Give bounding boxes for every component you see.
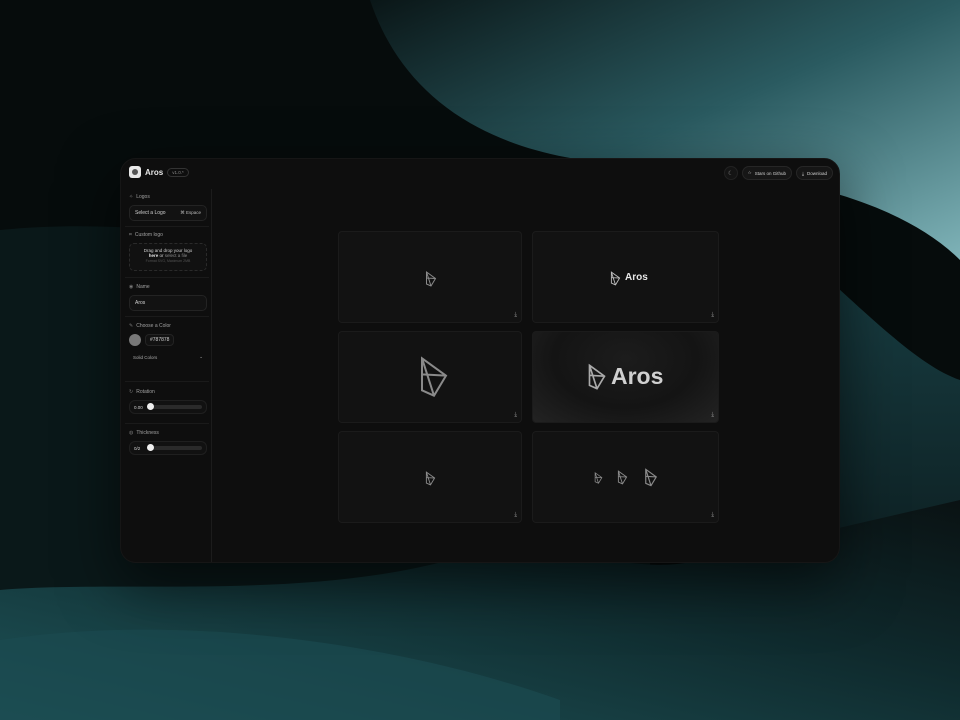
custom-logo-section: ⌗ Custom logo Drag and drop your logo he… — [129, 232, 207, 271]
rotation-slider-thumb[interactable] — [147, 403, 154, 410]
divider — [125, 316, 209, 317]
aros-logo-icon — [645, 468, 658, 487]
color-mode-select[interactable]: Solid Colors ⌄ — [129, 351, 207, 363]
download-icon[interactable]: ⤓ — [711, 412, 714, 419]
rotation-section: ↻ Rotation 0.00 — [129, 389, 207, 414]
preview-card-icon-wordmark: Aros ⤓ — [532, 231, 719, 323]
app-window: Aros v1.0.* ☾ ☆ Stars on Github ⤓ Downlo… — [120, 158, 840, 563]
divider — [125, 226, 209, 227]
color-label: Choose a Color — [136, 323, 171, 329]
theme-toggle-button[interactable]: ☾ — [723, 166, 738, 180]
top-actions: ☾ ☆ Stars on Github ⤓ Download — [723, 166, 833, 180]
aros-logo-icon — [421, 356, 448, 397]
divider — [125, 423, 209, 424]
divider — [125, 381, 209, 382]
thickness-slider-thumb[interactable] — [147, 444, 154, 451]
name-section: ◉ Name Aros — [129, 284, 207, 311]
preview-card-large-icon: ⤓ — [338, 331, 522, 423]
divider — [125, 277, 209, 278]
rotate-icon: ↻ — [129, 389, 134, 395]
chevron-down-icon: ⌄ — [199, 354, 203, 359]
download-label: Download — [806, 170, 827, 176]
download-icon[interactable]: ⤓ — [514, 512, 517, 519]
logos-section: ✧ Logos Select a Logo ⌘ Espace — [129, 194, 207, 221]
select-file-link[interactable]: select a file — [165, 253, 188, 258]
preview-card-small-icon-2: ⤓ — [338, 431, 522, 523]
drop-hint: Format SVG, Maximum 2MB — [145, 259, 191, 263]
select-logo-button[interactable]: Select a Logo ⌘ Espace — [129, 205, 207, 221]
preview-card-icon-sizes: ⤓ — [532, 431, 719, 523]
drop-here-text: here — [148, 253, 159, 258]
grid-icon: ⌗ — [129, 232, 132, 238]
color-section: ✎ Choose a Color #787878 Solid Colors ⌄ — [129, 323, 207, 363]
drop-or-text: or — [159, 253, 164, 258]
top-bar: Aros v1.0.* ☾ ☆ Stars on Github ⤓ Downlo… — [121, 159, 839, 189]
version-badge: v1.0.* — [167, 167, 189, 177]
star-icon: ☆ — [747, 170, 752, 175]
download-icon[interactable]: ⤓ — [711, 312, 714, 319]
thickness-section: ◍ Thickness 0/2 — [129, 430, 207, 455]
aros-logo-icon — [426, 271, 437, 287]
name-input[interactable]: Aros — [129, 295, 207, 311]
logo-drop-zone[interactable]: Drag and drop your logo here or select a… — [129, 243, 207, 271]
aros-logo-icon — [610, 271, 621, 286]
custom-logo-label: Custom logo — [134, 232, 163, 238]
github-stars-button[interactable]: ☆ Stars on Github — [741, 166, 792, 180]
shortcut-hint: ⌘ Espace — [180, 210, 201, 215]
download-icon[interactable]: ⤓ — [514, 312, 517, 319]
eye-icon: ◉ — [129, 284, 134, 290]
github-stars-label: Stars on Github — [754, 170, 786, 176]
preview-card-large-wordmark: Aros ⤓ — [532, 331, 719, 423]
aros-logo-icon — [617, 470, 628, 485]
app-name: Aros — [145, 167, 164, 177]
download-icon[interactable]: ⤓ — [711, 512, 714, 519]
wordmark: Aros — [625, 272, 648, 283]
preview-card-small-icon: ⤓ — [338, 231, 522, 323]
name-label: Name — [136, 284, 150, 290]
aros-logo-icon — [594, 472, 603, 484]
hex-input[interactable]: #787878 — [145, 334, 175, 346]
select-logo-label: Select a Logo — [135, 210, 166, 216]
download-icon: ⤓ — [801, 170, 804, 176]
logos-icon: ✧ — [129, 194, 134, 200]
download-icon[interactable]: ⤓ — [514, 412, 517, 419]
download-button[interactable]: ⤓ Download — [795, 166, 833, 180]
sidebar: ✧ Logos Select a Logo ⌘ Espace ⌗ Custom … — [121, 189, 212, 562]
aros-logo-icon — [129, 166, 141, 178]
thickness-value: 0/2 — [134, 445, 141, 451]
rotation-slider[interactable]: 0.00 — [129, 400, 207, 414]
moon-icon: ☾ — [727, 170, 734, 177]
color-swatch[interactable] — [129, 334, 141, 346]
thickness-label: Thickness — [136, 430, 159, 436]
thickness-slider[interactable]: 0/2 — [129, 441, 207, 455]
wordmark: Aros — [611, 363, 664, 389]
rotation-label: Rotation — [136, 389, 155, 395]
palette-icon: ✎ — [129, 323, 134, 329]
aros-logo-icon — [588, 363, 606, 390]
thickness-icon: ◍ — [129, 430, 134, 436]
color-mode-value: Solid Colors — [133, 354, 158, 360]
brand[interactable]: Aros v1.0.* — [129, 166, 189, 178]
aros-logo-icon — [425, 471, 436, 486]
logos-label: Logos — [136, 194, 150, 200]
rotation-value: 0.00 — [134, 404, 143, 410]
